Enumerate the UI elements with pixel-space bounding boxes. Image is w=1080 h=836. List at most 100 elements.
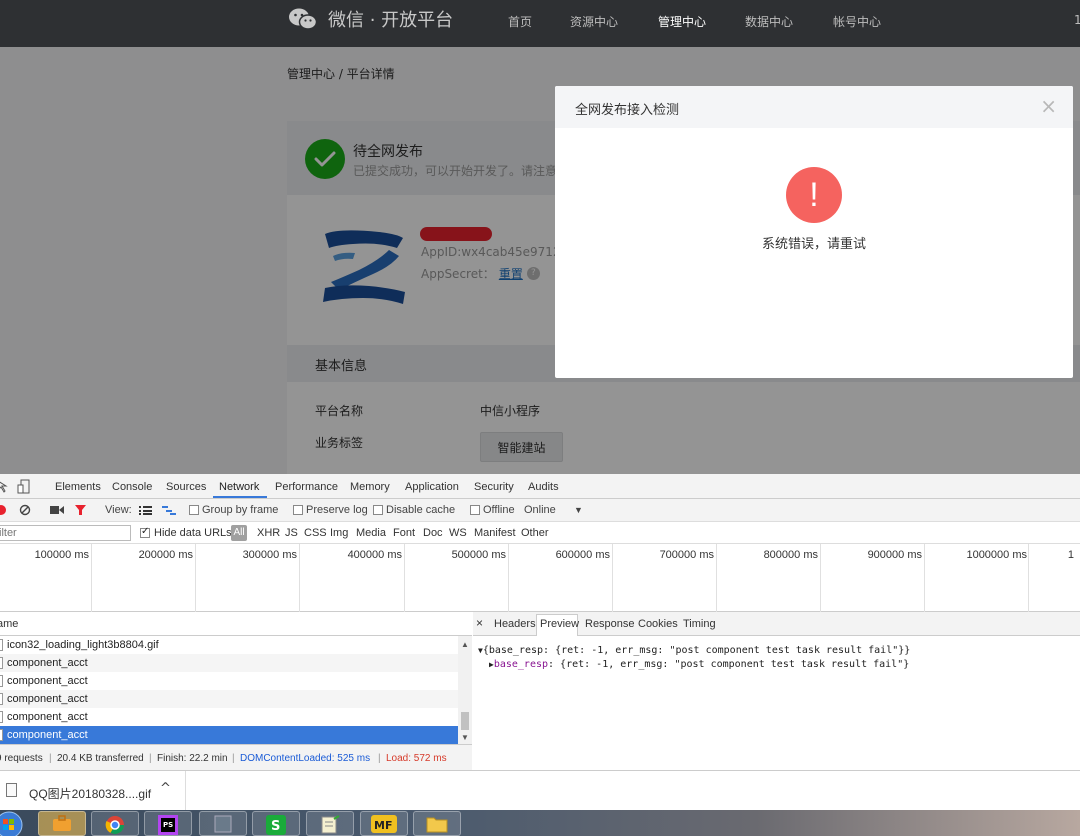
checkbox-icon[interactable] bbox=[189, 505, 199, 515]
taskbar-sublime[interactable]: S bbox=[252, 811, 300, 836]
taskbar-app[interactable] bbox=[199, 811, 247, 836]
scroll-down-arrow-icon[interactable]: ▼ bbox=[461, 733, 469, 742]
request-row[interactable]: icon32_loading_light3b8804.gif bbox=[0, 636, 458, 654]
request-row[interactable]: component_acct bbox=[0, 672, 458, 690]
summary-load: Load: 572 ms bbox=[386, 753, 447, 764]
checkbox-checked-icon[interactable] bbox=[140, 526, 150, 538]
filter-manifest[interactable]: Manifest bbox=[474, 527, 516, 539]
tab-application[interactable]: Application bbox=[405, 481, 459, 493]
name-column-header[interactable]: ame bbox=[0, 612, 472, 636]
tab-headers[interactable]: Headers bbox=[494, 618, 536, 630]
request-row[interactable]: component_acct bbox=[0, 708, 458, 726]
folder-icon bbox=[426, 817, 448, 833]
taskbar-phpstorm[interactable]: PS bbox=[144, 811, 192, 836]
download-item[interactable]: QQ图片20180328....gif ^ bbox=[0, 771, 186, 811]
group-by-frame-label: Group by frame bbox=[202, 504, 279, 516]
filter-css[interactable]: CSS bbox=[304, 527, 327, 539]
summary-separator: | bbox=[149, 753, 152, 764]
timeline-gridline bbox=[404, 544, 405, 612]
filter-font[interactable]: Font bbox=[393, 527, 415, 539]
checkbox-icon[interactable] bbox=[470, 505, 480, 515]
file-icon bbox=[0, 639, 3, 651]
nav-management[interactable]: 管理中心 bbox=[658, 13, 706, 30]
nav-resources[interactable]: 资源中心 bbox=[570, 13, 618, 30]
tab-cookies[interactable]: Cookies bbox=[638, 618, 678, 630]
request-row[interactable]: component_acct bbox=[0, 654, 458, 672]
network-summary-bar: 9 requests | 20.4 KB transferred | Finis… bbox=[0, 744, 472, 770]
checkbox-icon[interactable] bbox=[373, 505, 383, 515]
group-by-frame-checkbox[interactable]: Group by frame bbox=[189, 504, 278, 516]
tab-response[interactable]: Response bbox=[585, 618, 635, 630]
error-icon: ! bbox=[786, 167, 842, 223]
chevron-up-icon[interactable]: ^ bbox=[160, 781, 171, 796]
filter-input[interactable] bbox=[0, 525, 131, 541]
taskbar-chrome[interactable] bbox=[91, 811, 139, 836]
inspect-icon[interactable] bbox=[0, 480, 8, 493]
throttle-select[interactable]: Online bbox=[524, 504, 556, 516]
svg-text:PS: PS bbox=[163, 821, 173, 829]
nav-overflow[interactable]: 1 bbox=[1074, 13, 1080, 27]
hide-data-urls-checkbox[interactable]: Hide data URLs bbox=[140, 526, 232, 539]
filter-media[interactable]: Media bbox=[356, 527, 386, 539]
chevron-down-icon[interactable]: ▼ bbox=[574, 505, 583, 515]
filter-doc[interactable]: Doc bbox=[423, 527, 443, 539]
nav-account[interactable]: 帐号中心 bbox=[833, 13, 881, 30]
large-rows-icon[interactable] bbox=[139, 505, 152, 515]
filter-img[interactable]: Img bbox=[330, 527, 348, 539]
filter-all[interactable]: All bbox=[231, 525, 247, 541]
summary-transferred: 20.4 KB transferred bbox=[57, 753, 144, 764]
disable-cache-checkbox[interactable]: Disable cache bbox=[373, 504, 455, 516]
filter-js[interactable]: JS bbox=[285, 527, 298, 539]
taskbar-explorer[interactable] bbox=[413, 811, 461, 836]
file-icon bbox=[0, 693, 3, 705]
scroll-up-arrow-icon[interactable]: ▲ bbox=[461, 640, 469, 649]
request-name: icon32_loading_light3b8804.gif bbox=[7, 639, 159, 651]
mf-icon: MF bbox=[371, 815, 397, 833]
nav-data[interactable]: 数据中心 bbox=[745, 13, 793, 30]
tab-preview[interactable]: Preview bbox=[540, 618, 579, 630]
network-timeline[interactable]: 100000 ms 200000 ms 300000 ms 400000 ms … bbox=[0, 544, 1080, 612]
nav-home[interactable]: 首页 bbox=[508, 13, 532, 30]
start-button-icon[interactable] bbox=[0, 810, 26, 836]
device-toggle-icon[interactable] bbox=[17, 479, 31, 494]
scrollbar-thumb[interactable] bbox=[461, 712, 469, 730]
close-icon[interactable]: × bbox=[476, 616, 483, 630]
filter-other[interactable]: Other bbox=[521, 527, 549, 539]
devtools-panel: Elements Console Sources Network Perform… bbox=[0, 474, 1080, 770]
tab-security[interactable]: Security bbox=[474, 481, 514, 493]
request-row[interactable]: component_acct bbox=[0, 690, 458, 708]
close-icon[interactable]: × bbox=[1040, 96, 1057, 116]
windows-taskbar: PS S MF bbox=[0, 810, 1080, 836]
tab-sources[interactable]: Sources bbox=[166, 481, 206, 493]
request-list-scrollbar[interactable]: ▲ ▼ bbox=[458, 636, 472, 744]
wechat-open-platform-logo[interactable]: 微信 · 开放平台 bbox=[288, 6, 453, 32]
taskbar-editor[interactable] bbox=[306, 811, 354, 836]
checkbox-icon[interactable] bbox=[293, 505, 303, 515]
file-icon bbox=[0, 729, 3, 741]
taskbar-mf[interactable]: MF bbox=[360, 811, 408, 836]
preserve-log-checkbox[interactable]: Preserve log bbox=[293, 504, 368, 516]
window-icon bbox=[214, 815, 232, 833]
request-row-selected[interactable]: component_acct bbox=[0, 726, 458, 744]
tab-console[interactable]: Console bbox=[112, 481, 152, 493]
offline-checkbox[interactable]: Offline bbox=[470, 504, 515, 516]
timeline-tick-label: 700000 ms bbox=[659, 549, 714, 561]
offline-label: Offline bbox=[483, 504, 515, 516]
filter-icon[interactable] bbox=[74, 504, 87, 516]
tab-performance[interactable]: Performance bbox=[275, 481, 338, 493]
filter-xhr[interactable]: XHR bbox=[257, 527, 280, 539]
tab-elements[interactable]: Elements bbox=[55, 481, 101, 493]
waterfall-icon[interactable] bbox=[162, 505, 176, 515]
tab-timing[interactable]: Timing bbox=[683, 618, 716, 630]
tab-audits[interactable]: Audits bbox=[528, 481, 559, 493]
clear-icon[interactable] bbox=[19, 504, 31, 516]
filter-ws[interactable]: WS bbox=[449, 527, 467, 539]
camera-icon[interactable] bbox=[50, 505, 64, 515]
preview-root-line[interactable]: ▼{base_resp: {ret: -1, err_msg: "post co… bbox=[478, 645, 910, 656]
taskbar-briefcase-app[interactable] bbox=[38, 811, 86, 836]
tab-network[interactable]: Network bbox=[219, 481, 259, 493]
preview-child-line[interactable]: ▶base_resp: {ret: -1, err_msg: "post com… bbox=[489, 659, 909, 670]
tab-memory[interactable]: Memory bbox=[350, 481, 390, 493]
record-icon[interactable] bbox=[0, 504, 7, 516]
timeline-gridline bbox=[195, 544, 196, 612]
